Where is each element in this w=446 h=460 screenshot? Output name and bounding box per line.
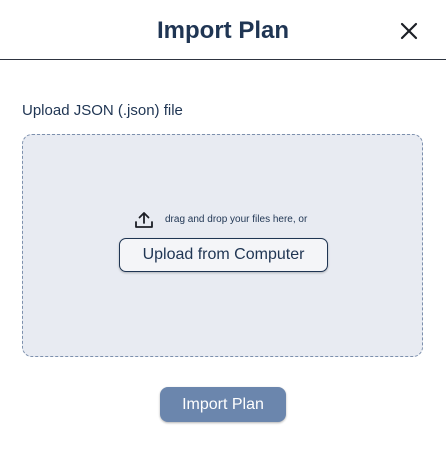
upload-icon xyxy=(134,210,154,230)
upload-label: Upload JSON (.json) file xyxy=(22,102,183,119)
upload-from-computer-button[interactable]: Upload from Computer xyxy=(119,238,328,272)
drop-hint-text: drag and drop your files here, or xyxy=(165,214,308,225)
dialog-title: Import Plan xyxy=(156,17,289,44)
file-dropzone[interactable]: drag and drop your files here, or Upload… xyxy=(22,134,423,357)
import-plan-dialog: Import Plan Upload JSON (.json) file dra… xyxy=(0,0,446,460)
close-icon xyxy=(400,22,418,40)
drop-hint: drag and drop your files here, or xyxy=(134,210,307,230)
dialog-header: Import Plan xyxy=(0,0,446,60)
import-plan-button[interactable]: Import Plan xyxy=(160,387,286,422)
close-button[interactable] xyxy=(396,18,422,44)
